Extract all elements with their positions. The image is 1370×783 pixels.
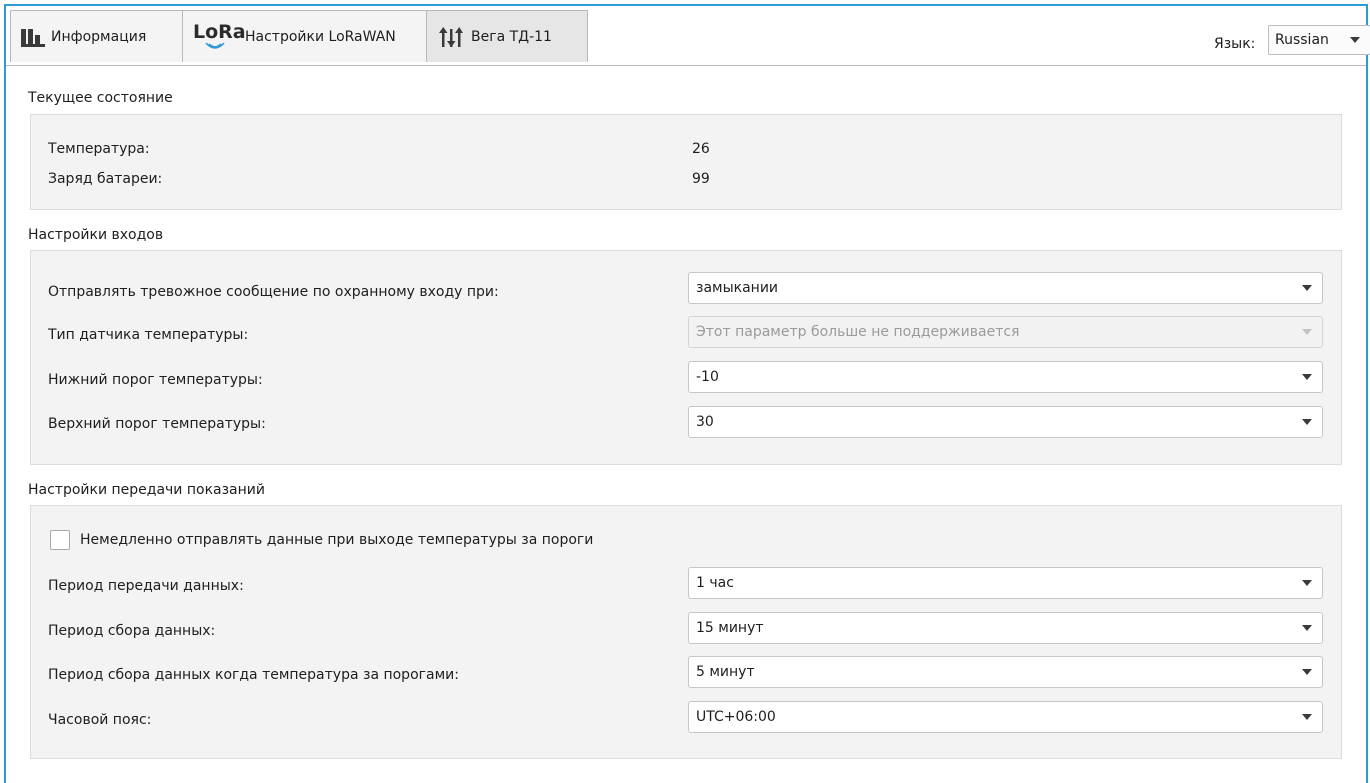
collect-alarm-period-select[interactable]: 5 минут — [688, 656, 1323, 688]
low-threshold-label: Нижний порог температуры: — [48, 372, 263, 388]
transmit-period-select[interactable]: 1 час — [688, 567, 1323, 599]
chevron-down-icon — [1302, 285, 1312, 291]
sensor-type-select: Этот параметр больше не поддерживается — [688, 316, 1323, 348]
chevron-down-icon — [1302, 669, 1312, 675]
transmit-period-label: Период передачи данных: — [48, 578, 244, 594]
timezone-value: UTC+06:00 — [696, 709, 776, 725]
chevron-down-icon — [1302, 329, 1312, 335]
alarm-select[interactable]: замыкании — [688, 272, 1323, 304]
battery-label: Заряд батареи: — [48, 171, 163, 187]
immediate-send-label[interactable]: Немедленно отправлять данные при выходе … — [80, 532, 593, 548]
chevron-down-icon — [1350, 37, 1360, 43]
chevron-down-icon — [1302, 580, 1312, 586]
collect-alarm-period-label: Период сбора данных когда температура за… — [48, 667, 459, 683]
tab-divider — [6, 65, 1366, 66]
timezone-label: Часовой пояс: — [48, 712, 152, 728]
chevron-down-icon — [1302, 625, 1312, 631]
chevron-down-icon — [1302, 374, 1312, 380]
chevron-down-icon — [1302, 419, 1312, 425]
high-threshold-value: 30 — [696, 414, 714, 430]
status-section-title: Текущее состояние — [28, 90, 173, 106]
tab-vega[interactable]: Вега ТД-11 — [426, 10, 588, 62]
high-threshold-label: Верхний порог температуры: — [48, 416, 266, 432]
lora-icon: LoRa — [193, 22, 246, 52]
tab-vega-label: Вега ТД-11 — [471, 28, 552, 45]
chevron-down-icon — [1302, 714, 1312, 720]
language-value: Russian — [1275, 32, 1329, 48]
temperature-label: Температура: — [48, 141, 150, 157]
collect-period-value: 15 минут — [696, 620, 764, 636]
collect-period-select[interactable]: 15 минут — [688, 612, 1323, 644]
tab-bar: Информация LoRa Настройки LoRaWAN Вега Т… — [6, 6, 1370, 66]
immediate-send-checkbox[interactable] — [50, 530, 70, 550]
timezone-select[interactable]: UTC+06:00 — [688, 701, 1323, 733]
tab-info-label: Информация — [51, 28, 147, 45]
alarm-label: Отправлять тревожное сообщение по охранн… — [48, 284, 499, 300]
collect-alarm-period-value: 5 минут — [696, 664, 755, 680]
language-label: Язык: — [1214, 36, 1256, 52]
lora-logo-text: LoRa — [193, 20, 246, 43]
transmission-section-title: Настройки передачи показаний — [28, 482, 265, 498]
tab-lorawan[interactable]: LoRa Настройки LoRaWAN — [182, 10, 428, 62]
temperature-value: 26 — [692, 141, 710, 157]
language-select[interactable]: Russian — [1268, 25, 1370, 55]
sensor-type-label: Тип датчика температуры: — [48, 327, 249, 343]
low-threshold-value: -10 — [696, 369, 719, 385]
sliders-icon — [439, 26, 463, 47]
transmit-period-value: 1 час — [696, 575, 734, 591]
battery-value: 99 — [692, 171, 710, 187]
sensor-type-value: Этот параметр больше не поддерживается — [696, 324, 1020, 340]
low-threshold-select[interactable]: -10 — [688, 361, 1323, 393]
status-group — [30, 114, 1342, 210]
tab-lorawan-label: Настройки LoRaWAN — [245, 28, 396, 45]
inputs-section-title: Настройки входов — [28, 227, 164, 243]
alarm-value: замыкании — [696, 280, 779, 296]
bar-chart-icon — [21, 27, 45, 47]
tab-info[interactable]: Информация — [10, 10, 184, 62]
collect-period-label: Период сбора данных: — [48, 623, 216, 639]
high-threshold-select[interactable]: 30 — [688, 406, 1323, 438]
